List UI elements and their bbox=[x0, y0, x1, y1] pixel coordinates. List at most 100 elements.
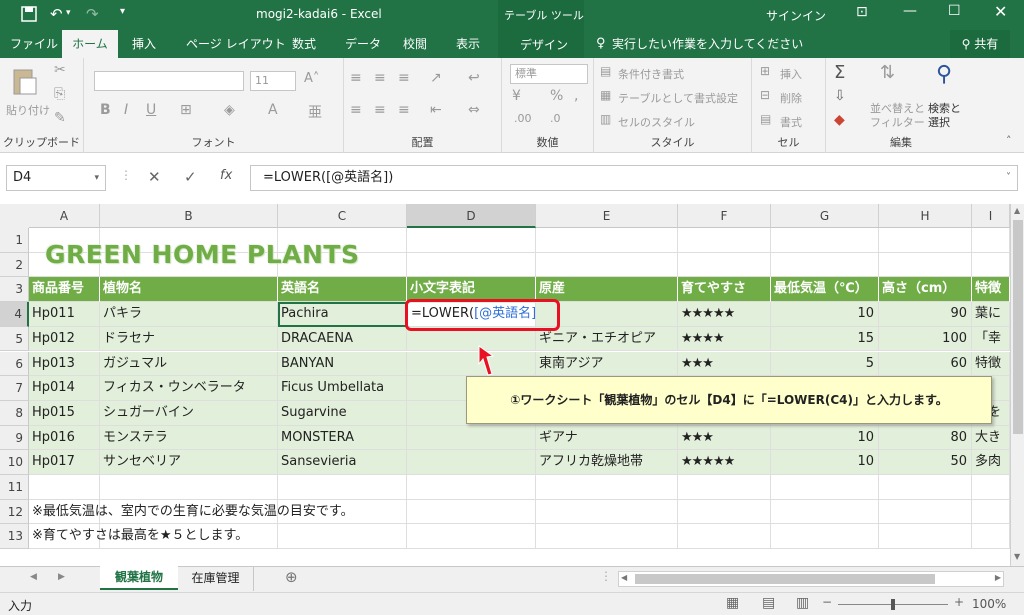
row-header[interactable]: 7 bbox=[0, 376, 29, 401]
table-cell[interactable]: 多肉 bbox=[972, 450, 1010, 475]
align-middle-icon[interactable]: ≡ bbox=[374, 70, 386, 86]
row-header[interactable]: 6 bbox=[0, 351, 29, 377]
empty-cell[interactable] bbox=[29, 475, 100, 500]
empty-cell[interactable] bbox=[407, 475, 536, 500]
table-cell[interactable]: ★★★ bbox=[678, 351, 771, 377]
table-cell[interactable]: ガジュマル bbox=[100, 351, 278, 377]
empty-cell[interactable] bbox=[678, 475, 771, 500]
name-box-dropdown-icon[interactable]: ▾ bbox=[94, 166, 99, 190]
tab-scroll-right-icon[interactable]: ▶ bbox=[58, 572, 65, 582]
autosum-icon[interactable]: Σ bbox=[834, 62, 845, 83]
decrease-decimal-icon[interactable]: .0 bbox=[550, 112, 561, 125]
formula-input[interactable]: =LOWER([@英語名]) ˅ bbox=[250, 165, 1018, 191]
italic-icon[interactable]: I bbox=[124, 102, 128, 118]
fill-color-icon[interactable]: ◈ bbox=[224, 102, 235, 118]
table-cell[interactable]: ギアナ bbox=[536, 425, 678, 451]
table-cell[interactable]: ★★★★★ bbox=[678, 450, 771, 475]
zoom-in-icon[interactable]: + bbox=[954, 595, 964, 609]
copy-icon[interactable]: ⎘ bbox=[54, 86, 65, 102]
add-sheet-icon[interactable]: ⊕ bbox=[285, 568, 298, 586]
redo-icon[interactable]: ↷ bbox=[86, 5, 99, 23]
table-cell[interactable]: Sansevieria bbox=[278, 450, 407, 475]
vertical-scrollbar[interactable]: ▲ ▼ bbox=[1010, 204, 1024, 566]
table-cell[interactable]: シュガーバイン bbox=[100, 400, 278, 426]
table-header[interactable]: 特徴 bbox=[972, 277, 1010, 303]
minimize-icon[interactable]: — bbox=[903, 3, 917, 19]
format-as-table-button[interactable]: テーブルとして書式設定 bbox=[618, 90, 738, 106]
border-icon[interactable]: ⊞ bbox=[180, 102, 192, 118]
align-top-icon[interactable]: ≡ bbox=[350, 70, 362, 86]
column-header[interactable]: D bbox=[407, 204, 536, 228]
row-header[interactable]: 3 bbox=[0, 277, 29, 303]
empty-cell[interactable] bbox=[972, 475, 1010, 500]
empty-cell[interactable] bbox=[771, 475, 879, 500]
normal-view-icon[interactable]: ▦ bbox=[726, 595, 739, 611]
phonetic-icon[interactable]: 亜 bbox=[308, 102, 322, 122]
qat-customize-icon[interactable]: ▾ bbox=[120, 6, 125, 17]
table-cell[interactable]: 100 bbox=[879, 326, 972, 352]
currency-icon[interactable]: ¥ bbox=[512, 88, 521, 104]
bold-icon[interactable]: B bbox=[100, 102, 111, 118]
row-header[interactable]: 1 bbox=[0, 228, 29, 253]
tab-formulas[interactable]: 数式 bbox=[292, 30, 316, 58]
empty-cell[interactable] bbox=[536, 228, 678, 253]
empty-cell[interactable] bbox=[879, 524, 972, 550]
table-cell[interactable]: フィカス・ウンベラータ bbox=[100, 376, 278, 401]
find-select-label-2[interactable]: 選択 bbox=[928, 114, 950, 130]
row-header[interactable]: 9 bbox=[0, 425, 29, 451]
row-header[interactable]: 11 bbox=[0, 475, 29, 500]
table-cell[interactable] bbox=[407, 450, 536, 475]
expand-formula-icon[interactable]: ˅ bbox=[1006, 166, 1011, 190]
paste-icon[interactable] bbox=[12, 66, 38, 96]
font-name-dropdown[interactable] bbox=[94, 71, 244, 91]
underline-icon[interactable]: U bbox=[146, 102, 156, 118]
empty-cell[interactable] bbox=[771, 524, 879, 550]
align-left-icon[interactable]: ≡ bbox=[350, 102, 362, 118]
align-bottom-icon[interactable]: ≡ bbox=[398, 70, 410, 86]
format-painter-icon[interactable]: ✎ bbox=[54, 110, 66, 126]
page-break-view-icon[interactable]: ▥ bbox=[796, 595, 809, 611]
empty-cell[interactable] bbox=[972, 499, 1010, 525]
table-cell[interactable]: Hp014 bbox=[29, 376, 100, 401]
increase-decimal-icon[interactable]: .00 bbox=[514, 112, 532, 125]
tab-review[interactable]: 校閲 bbox=[403, 30, 427, 58]
table-cell[interactable]: サンセベリア bbox=[100, 450, 278, 475]
signin-link[interactable]: サインイン bbox=[766, 7, 826, 24]
tab-design[interactable]: デザイン bbox=[520, 36, 568, 53]
empty-cell[interactable] bbox=[771, 499, 879, 525]
undo-icon[interactable]: ↶ bbox=[50, 5, 63, 23]
wrap-text-icon[interactable]: ↩ bbox=[468, 70, 480, 86]
table-cell[interactable]: 90 bbox=[879, 302, 972, 327]
table-cell[interactable]: Hp015 bbox=[29, 400, 100, 426]
page-layout-view-icon[interactable]: ▤ bbox=[762, 595, 775, 611]
table-cell[interactable]: モンステラ bbox=[100, 425, 278, 451]
empty-cell[interactable] bbox=[536, 475, 678, 500]
table-header[interactable]: 高さ（cm） bbox=[879, 277, 972, 303]
table-cell[interactable]: 5 bbox=[771, 351, 879, 377]
paste-label[interactable]: 貼り付け bbox=[6, 102, 50, 118]
font-grow-icon[interactable]: A˄ bbox=[304, 71, 319, 86]
empty-cell[interactable] bbox=[972, 252, 1010, 278]
table-cell[interactable]: ドラセナ bbox=[100, 326, 278, 352]
table-cell[interactable]: Hp011 bbox=[29, 302, 100, 327]
table-cell[interactable]: Hp013 bbox=[29, 351, 100, 377]
table-cell[interactable]: ★★★ bbox=[678, 425, 771, 451]
table-cell[interactable]: Hp012 bbox=[29, 326, 100, 352]
zoom-out-icon[interactable]: − bbox=[822, 595, 832, 609]
empty-cell[interactable] bbox=[879, 475, 972, 500]
table-cell[interactable]: DRACAENA bbox=[278, 326, 407, 352]
insert-cells-button[interactable]: 挿入 bbox=[780, 66, 802, 82]
name-box[interactable]: D4 ▾ bbox=[6, 165, 106, 191]
table-header[interactable]: 最低気温（℃） bbox=[771, 277, 879, 303]
delete-cells-button[interactable]: 削除 bbox=[780, 90, 802, 106]
column-header[interactable]: E bbox=[536, 204, 678, 228]
format-cells-button[interactable]: 書式 bbox=[780, 114, 802, 130]
align-center-icon[interactable]: ≡ bbox=[374, 102, 386, 118]
table-cell[interactable]: BANYAN bbox=[278, 351, 407, 377]
share-button[interactable]: ⚲ 共有 bbox=[950, 30, 1010, 58]
sort-filter-label-2[interactable]: フィルター bbox=[870, 114, 925, 130]
save-icon[interactable] bbox=[21, 6, 37, 22]
table-header[interactable]: 商品番号 bbox=[29, 277, 100, 303]
row-header[interactable]: 8 bbox=[0, 400, 29, 426]
table-header[interactable]: 原産 bbox=[536, 277, 678, 303]
